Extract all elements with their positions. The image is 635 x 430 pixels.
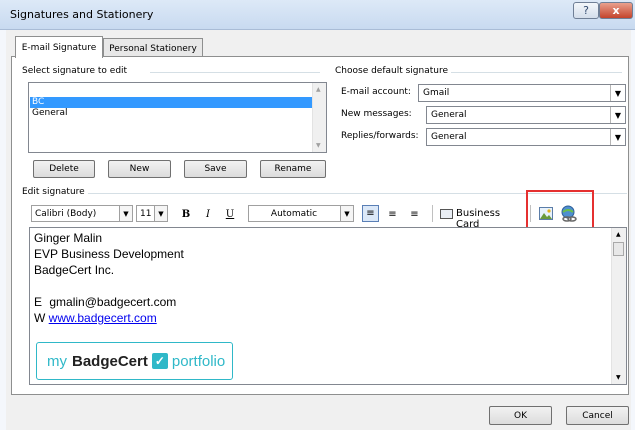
chevron-down-icon[interactable]: ▼: [610, 129, 625, 145]
ok-button-label: OK: [514, 410, 527, 421]
scroll-down-icon[interactable]: ▼: [316, 142, 321, 149]
save-button[interactable]: Save: [184, 160, 247, 178]
delete-button[interactable]: Delete: [33, 160, 95, 178]
bold-button[interactable]: B: [178, 206, 194, 222]
signature-editor[interactable]: Ginger Malin EVP Business Development Ba…: [29, 227, 627, 385]
replies-forwards-select[interactable]: General ▼: [426, 128, 626, 146]
align-left-icon[interactable]: ≡: [362, 205, 379, 222]
email-account-label: E-mail account:: [341, 87, 411, 97]
ok-button[interactable]: OK: [489, 406, 552, 425]
save-button-label: Save: [204, 164, 227, 174]
email-account-select[interactable]: Gmail ▼: [418, 84, 626, 102]
default-signature-label: Choose default signature: [335, 66, 452, 76]
tab-label: E-mail Signature: [21, 42, 97, 53]
font-size-select[interactable]: 11 ▼: [136, 205, 168, 222]
close-button[interactable]: x: [599, 2, 633, 19]
new-button-label: New: [129, 164, 150, 174]
toolbar-separator: [432, 205, 433, 222]
divider: [450, 72, 622, 73]
chevron-down-icon[interactable]: ▼: [610, 107, 625, 123]
scroll-thumb[interactable]: [613, 242, 624, 256]
editor-scrollbar[interactable]: ▲ ▼: [611, 228, 626, 384]
list-item-label: BC: [32, 97, 45, 107]
font-color-select[interactable]: Automatic ▼: [248, 205, 354, 222]
help-button[interactable]: ?: [573, 2, 599, 19]
signature-email: gmalin@badgecert.com: [49, 295, 177, 309]
web-prefix: W: [34, 311, 46, 325]
tab-label: Personal Stationery: [109, 43, 197, 54]
business-card-button[interactable]: Business Card: [440, 206, 526, 230]
badge-portfolio-text: portfolio: [171, 352, 226, 370]
badge-brand-text: BadgeCert: [72, 352, 148, 370]
email-prefix: E: [34, 295, 43, 309]
signature-web-line: W www.badgecert.com: [34, 310, 157, 326]
edit-signature-label: Edit signature: [22, 187, 88, 197]
new-messages-label: New messages:: [341, 109, 412, 119]
chevron-down-icon[interactable]: ▼: [154, 206, 167, 221]
list-item[interactable]: BC: [30, 97, 313, 108]
scroll-down-icon[interactable]: ▼: [616, 374, 621, 381]
chevron-down-icon[interactable]: ▼: [119, 206, 132, 221]
signature-company: BadgeCert Inc.: [34, 263, 115, 277]
divider: [150, 72, 320, 73]
align-right-icon[interactable]: ≡: [406, 206, 423, 222]
signature-name: Ginger Malin: [34, 231, 103, 245]
signature-title: EVP Business Development: [34, 247, 184, 261]
font-color-value: Automatic: [270, 208, 318, 219]
new-messages-value: General: [431, 110, 467, 120]
new-button[interactable]: New: [108, 160, 171, 178]
list-item-label: General: [32, 108, 68, 118]
signature-email-line: E gmalin@badgecert.com: [34, 294, 176, 310]
font-size-value: 11: [140, 208, 152, 219]
replies-forwards-label: Replies/forwards:: [341, 131, 419, 141]
rename-button[interactable]: Rename: [260, 160, 326, 178]
replies-forwards-value: General: [431, 132, 467, 142]
italic-button[interactable]: I: [200, 206, 216, 222]
underline-button[interactable]: U: [222, 206, 238, 222]
align-center-icon[interactable]: ≡: [384, 206, 401, 222]
chevron-down-icon[interactable]: ▼: [340, 206, 353, 221]
badge-my-text: my: [47, 352, 67, 370]
list-scrollbar[interactable]: ▲ ▼: [312, 83, 326, 152]
font-value: Calibri (Body): [35, 208, 97, 219]
tab-email-signature[interactable]: E-mail Signature: [15, 36, 103, 58]
scroll-up-icon[interactable]: ▲: [616, 231, 621, 238]
badge-check-icon: ✓: [151, 353, 168, 369]
business-card-icon: [440, 209, 453, 219]
cancel-button[interactable]: Cancel: [566, 406, 629, 425]
email-account-value: Gmail: [423, 88, 450, 98]
signature-website-link[interactable]: www.badgecert.com: [49, 311, 157, 325]
scroll-up-icon[interactable]: ▲: [316, 86, 321, 93]
new-messages-select[interactable]: General ▼: [426, 106, 626, 124]
select-signature-label: Select signature to edit: [22, 66, 131, 76]
badgecert-logo: my BadgeCert ✓ portfolio: [36, 342, 233, 380]
delete-button-label: Delete: [49, 164, 79, 174]
font-select[interactable]: Calibri (Body) ▼: [31, 205, 133, 222]
tab-personal-stationery[interactable]: Personal Stationery: [103, 38, 203, 58]
cancel-button-label: Cancel: [582, 410, 613, 421]
rename-button-label: Rename: [274, 164, 312, 174]
signature-list[interactable]: BC General ▲ ▼: [28, 82, 327, 153]
window-title: Signatures and Stationery: [10, 8, 154, 21]
chevron-down-icon[interactable]: ▼: [610, 85, 625, 101]
list-item[interactable]: General: [30, 108, 313, 119]
